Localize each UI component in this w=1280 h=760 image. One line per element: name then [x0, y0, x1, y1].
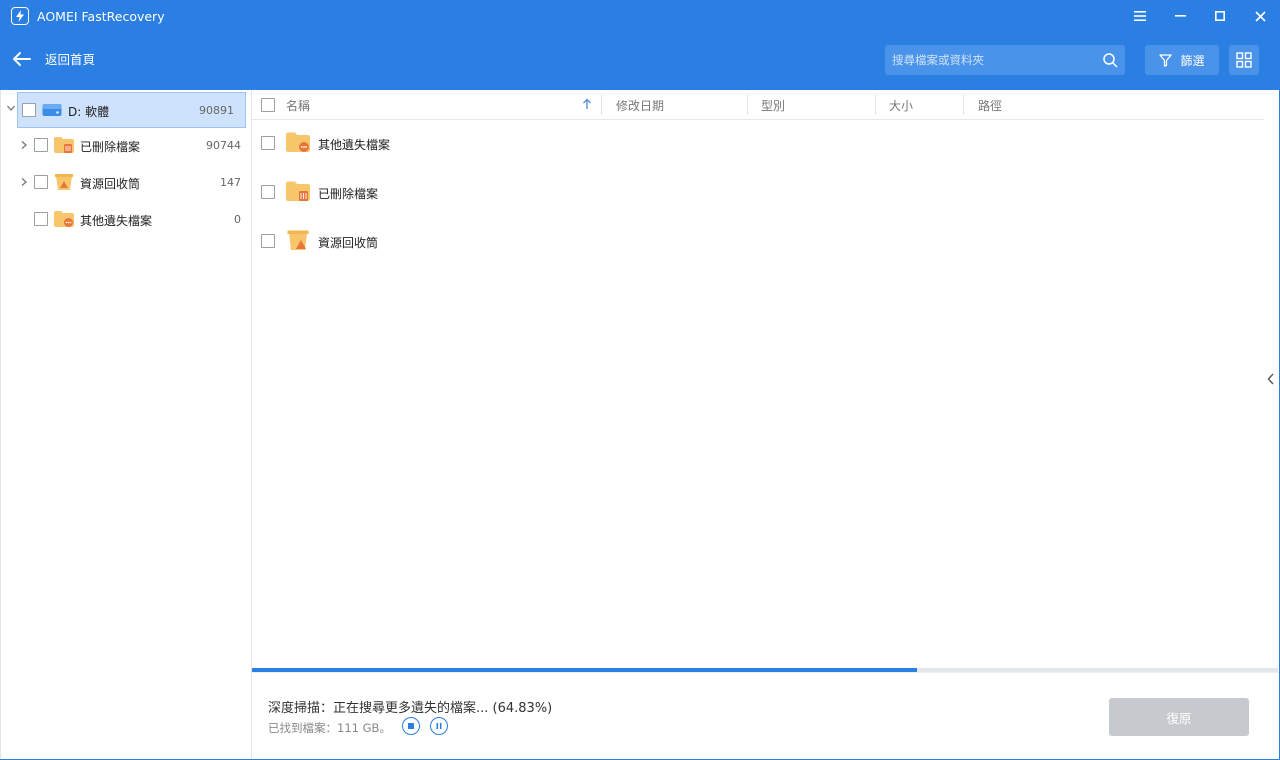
row-checkbox[interactable]: [261, 234, 275, 248]
stop-icon: [408, 723, 414, 729]
maximize-icon[interactable]: [1200, 0, 1240, 32]
folder-tree: D: 軟體 90891 已刪除檔案 90744 資源回收筒 147 其他遺失檔案…: [0, 90, 252, 760]
pause-icon: [436, 723, 442, 729]
row-checkbox[interactable]: [261, 185, 275, 199]
chevron-down-icon[interactable]: [5, 102, 17, 114]
lost-folder-icon: [286, 131, 310, 153]
tree-item-deleted[interactable]: 已刪除檔案 90744: [1, 127, 252, 163]
drive-label: D: 軟體: [68, 105, 110, 119]
row-checkbox[interactable]: [261, 136, 275, 150]
column-name[interactable]: 名稱: [286, 90, 310, 120]
tree-item-recycle-bin[interactable]: 資源回收筒 147: [1, 164, 252, 200]
deleted-count: 90744: [206, 139, 241, 152]
back-home-button[interactable]: 返回首頁: [12, 49, 95, 68]
lost-folder-icon: [54, 210, 74, 228]
found-size-text: 已找到檔案：111 GB。: [268, 721, 391, 735]
tree-item-lost-files[interactable]: 其他遺失檔案 0: [1, 201, 252, 237]
deleted-folder-icon: [286, 180, 310, 202]
filter-label: 篩選: [1180, 53, 1205, 68]
lost-files-checkbox[interactable]: [34, 212, 48, 226]
select-all-checkbox[interactable]: [261, 98, 275, 112]
chevron-right-icon[interactable]: [18, 176, 30, 188]
lost-files-label: 其他遺失檔案: [80, 214, 153, 228]
column-type[interactable]: 型別: [761, 90, 785, 120]
minimize-icon[interactable]: [1160, 0, 1200, 32]
row-name: 已刪除檔案: [318, 187, 379, 201]
filter-icon: [1159, 53, 1173, 67]
title-bar: AOMEI FastRecovery: [0, 0, 1280, 32]
tree-item-drive[interactable]: D: 軟體 90891: [17, 92, 246, 128]
grid-view-icon: [1236, 52, 1252, 68]
table-row[interactable]: 資源回收筒: [252, 217, 1264, 266]
back-home-label: 返回首頁: [45, 52, 96, 67]
hamburger-icon[interactable]: [1120, 0, 1160, 32]
row-name: 資源回收筒: [318, 236, 379, 250]
stop-button[interactable]: [402, 717, 420, 735]
pause-button[interactable]: [430, 717, 448, 735]
recover-button[interactable]: 復原: [1109, 698, 1249, 736]
table-header: 名稱 修改日期 型別 大小 路徑: [252, 90, 1264, 120]
recycle-bin-icon: [54, 173, 74, 191]
recycle-bin-checkbox[interactable]: [34, 175, 48, 189]
grid-view-button[interactable]: [1229, 45, 1259, 75]
deleted-label: 已刪除檔案: [80, 140, 141, 154]
column-path[interactable]: 路徑: [978, 90, 1002, 120]
column-size[interactable]: 大小: [889, 90, 913, 120]
scan-status-text: 深度掃描：正在搜尋更多遺失的檔案... (64.83%): [268, 701, 553, 716]
deleted-checkbox[interactable]: [34, 138, 48, 152]
column-modified-date[interactable]: 修改日期: [616, 90, 664, 120]
status-area: 深度掃描：正在搜尋更多遺失的檔案... (64.83%) 已找到檔案：111 G…: [252, 672, 1280, 760]
recycle-bin-count: 147: [220, 176, 241, 189]
row-name: 其他遺失檔案: [318, 138, 391, 152]
deleted-folder-icon: [54, 136, 74, 154]
chevron-right-icon[interactable]: [18, 139, 30, 151]
table-row[interactable]: 已刪除檔案: [252, 168, 1264, 217]
search-input[interactable]: [885, 53, 1095, 67]
sort-ascending-icon[interactable]: [582, 98, 592, 110]
search-box: [885, 45, 1125, 75]
drive-icon: [42, 101, 62, 119]
file-list: 名稱 修改日期 型別 大小 路徑 其他遺失檔案 已刪除檔案 資源回收筒: [252, 90, 1280, 670]
table-row[interactable]: 其他遺失檔案: [252, 119, 1264, 168]
nav-bar: 返回首頁 篩選: [0, 32, 1280, 90]
drive-count: 90891: [199, 104, 234, 117]
lost-files-count: 0: [234, 213, 241, 226]
app-logo-icon: [11, 7, 29, 25]
close-icon[interactable]: [1240, 0, 1280, 32]
search-icon[interactable]: [1095, 52, 1125, 68]
recycle-bin-icon: [286, 229, 310, 251]
drive-checkbox[interactable]: [22, 103, 36, 117]
chevron-left-icon[interactable]: [1267, 373, 1275, 388]
recycle-bin-label: 資源回收筒: [80, 177, 141, 191]
app-title: AOMEI FastRecovery: [37, 8, 165, 24]
arrow-left-icon: [13, 51, 31, 66]
filter-button[interactable]: 篩選: [1145, 45, 1219, 75]
